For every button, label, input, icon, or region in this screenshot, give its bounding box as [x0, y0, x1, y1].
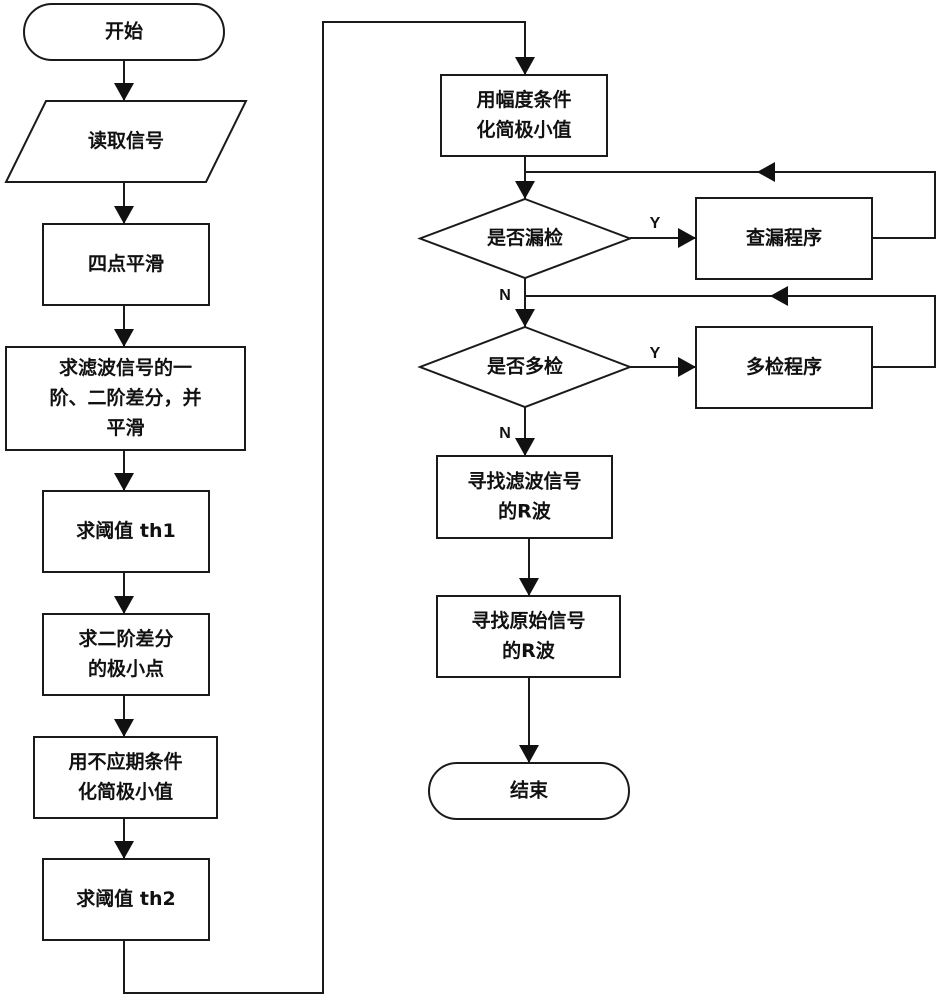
node-label: 多检程序 — [746, 355, 822, 378]
node-label: 的R波 — [502, 639, 556, 662]
process-shape — [33, 736, 218, 819]
arrowhead — [757, 162, 775, 182]
process-shape — [436, 455, 613, 539]
node-th1: 求阈值 th1 — [42, 490, 210, 573]
flowchart: 开始读取信号四点平滑求滤波信号的一阶、二阶差分，并平滑求阈值 th1求二阶差分的… — [4, 3, 936, 994]
process-shape — [436, 595, 621, 678]
arrowhead — [114, 473, 134, 491]
arrowhead — [770, 286, 788, 306]
node-label: 平滑 — [106, 417, 144, 439]
node-label: 求二阶差分 — [78, 627, 173, 650]
node-label: 是否多检 — [487, 355, 563, 378]
node-amplitude: 用幅度条件化简极小值 — [440, 74, 608, 157]
arrowhead — [515, 57, 535, 75]
edge-start-to-read — [114, 60, 134, 101]
arrowhead — [678, 357, 696, 377]
edge-label-no: N — [499, 425, 511, 442]
node-label: 是否漏检 — [487, 226, 563, 249]
arrowhead — [114, 719, 134, 737]
edge-read-to-smooth4 — [114, 182, 134, 224]
edge-label-no: N — [499, 287, 511, 304]
node-r-filtered: 寻找滤波信号的R波 — [436, 455, 613, 539]
process-shape — [440, 74, 608, 157]
arrowhead — [678, 228, 696, 248]
arrowhead — [114, 841, 134, 859]
node-diff: 求滤波信号的一阶、二阶差分，并平滑 — [5, 346, 246, 451]
node-label: 化简极小值 — [476, 118, 571, 141]
edge-extra-q-to-extra-proc — [630, 357, 696, 377]
edge-missed-q-to-extra-q — [515, 278, 535, 327]
node-label: 四点平滑 — [88, 253, 164, 275]
edge-label-yes: Y — [650, 345, 661, 362]
node-label: 读取信号 — [88, 129, 164, 152]
edge-refractory-to-th2 — [114, 818, 134, 859]
edge-r-original-to-end — [519, 677, 539, 763]
node-label: 寻找滤波信号 — [467, 470, 581, 493]
arrowhead — [515, 309, 535, 327]
node-label: 用幅度条件 — [476, 88, 571, 111]
node-label: 求阈值 th1 — [76, 519, 175, 542]
node-label: 的R波 — [498, 500, 552, 523]
node-label: 开始 — [105, 20, 143, 43]
arrowhead — [515, 181, 535, 199]
node-refractory: 用不应期条件化简极小值 — [33, 736, 218, 819]
edge-label-yes: Y — [650, 215, 661, 232]
node-extra-proc: 多检程序 — [695, 326, 873, 409]
node-missed-proc: 查漏程序 — [695, 197, 873, 280]
nodes-layer: 开始读取信号四点平滑求滤波信号的一阶、二阶差分，并平滑求阈值 th1求二阶差分的… — [4, 3, 873, 941]
node-label: 阶、二阶差分，并 — [49, 386, 201, 409]
node-missed-q: 是否漏检 — [417, 197, 633, 280]
process-shape — [42, 613, 210, 696]
node-end: 结束 — [428, 762, 630, 820]
arrowhead — [114, 206, 134, 224]
arrowhead — [114, 329, 134, 347]
node-extra-q: 是否多检 — [417, 325, 633, 409]
node-label: 结束 — [510, 779, 549, 802]
node-label: 求滤波信号的一 — [59, 356, 192, 379]
edge-r-filtered-to-r-original — [519, 538, 539, 596]
node-label: 寻找原始信号 — [471, 609, 585, 632]
node-label: 用不应期条件 — [68, 750, 182, 773]
arrowhead — [519, 578, 539, 596]
node-r-original: 寻找原始信号的R波 — [436, 595, 621, 678]
arrowhead — [519, 745, 539, 763]
edge-amplitude-to-missed-q — [515, 156, 535, 199]
node-smooth4: 四点平滑 — [42, 223, 210, 306]
edge-extra-q-to-r-filtered — [515, 407, 535, 456]
edge-missed-q-to-missed-proc — [630, 228, 696, 248]
node-label: 求阈值 th2 — [76, 887, 175, 910]
arrowhead — [114, 596, 134, 614]
node-th2: 求阈值 th2 — [42, 858, 210, 941]
node-label: 化简极小值 — [78, 780, 173, 803]
node-label: 查漏程序 — [745, 226, 822, 249]
edge-smooth4-to-diff — [114, 305, 134, 347]
edge-th1-to-minpts — [114, 572, 134, 614]
arrowhead — [114, 83, 134, 101]
node-start: 开始 — [23, 3, 225, 61]
arrowhead — [515, 438, 535, 456]
edge-diff-to-th1 — [114, 450, 134, 491]
node-read: 读取信号 — [4, 100, 248, 183]
edge-minpts-to-refractory — [114, 695, 134, 737]
node-minpts: 求二阶差分的极小点 — [42, 613, 210, 696]
node-label: 的极小点 — [88, 657, 164, 680]
